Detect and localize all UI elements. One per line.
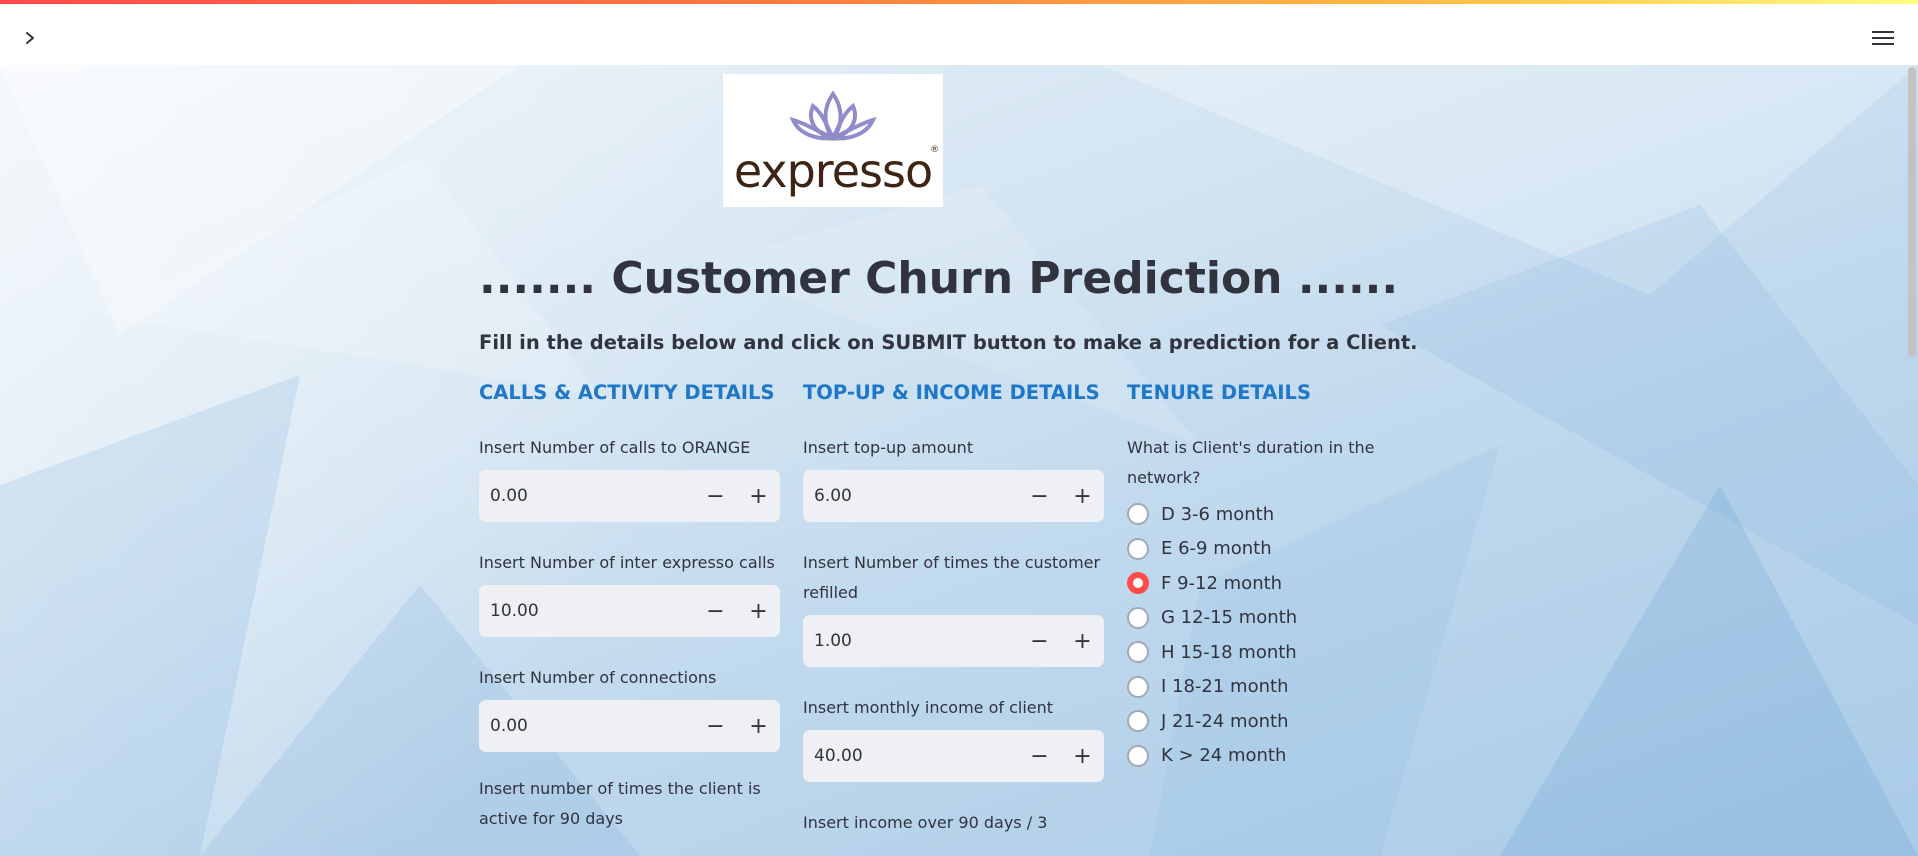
inter-expresso-calls-input[interactable] [479,585,694,637]
orange-calls-stepper: − + [479,470,780,522]
radio-button-icon[interactable] [1127,744,1149,767]
active-90-days-label: Insert number of times the client is act… [479,779,761,828]
monthly-income-stepper: − + [803,730,1104,782]
tenure-option-e[interactable]: E 6-9 month [1127,532,1427,567]
tenure-radio-group: D 3-6 month E 6-9 month F 9-12 month G 1… [1127,497,1427,773]
refill-count-label: Insert Number of times the customer refi… [803,553,1101,602]
refill-count-input[interactable] [803,615,1018,667]
tenure-option-g[interactable]: G 12-15 month [1127,601,1427,636]
monthly-income-label: Insert monthly income of client [803,698,1054,717]
tenure-option-d[interactable]: D 3-6 month [1127,497,1427,532]
radio-selected-icon[interactable] [1127,572,1149,595]
tenure-option-j[interactable]: J 21-24 month [1127,704,1427,739]
radio-button-icon[interactable] [1127,641,1149,664]
tenure-section-heading: TENURE DETAILS [1127,381,1312,404]
tenure-option-k[interactable]: K > 24 month [1127,739,1427,774]
hamburger-menu-icon[interactable] [1872,26,1898,50]
monthly-income-input[interactable] [803,730,1018,782]
decrement-button[interactable]: − [694,700,737,752]
increment-button[interactable]: + [737,470,780,522]
topup-amount-label: Insert top-up amount [803,438,974,457]
increment-button[interactable]: + [737,700,780,752]
increment-button[interactable]: + [1061,470,1104,522]
increment-button[interactable]: + [1061,615,1104,667]
connections-label: Insert Number of connections [479,668,717,687]
expresso-logo: expresso ® [723,74,943,207]
main-content[interactable]: expresso ® ....... Customer Churn Predict… [0,65,1918,856]
lotus-icon [789,90,877,141]
orange-calls-input[interactable] [479,470,694,522]
topup-section-heading: TOP-UP & INCOME DETAILS [803,381,1100,404]
inter-expresso-calls-stepper: − + [479,585,780,637]
topup-amount-stepper: − + [803,470,1104,522]
orange-calls-label: Insert Number of calls to ORANGE [479,438,751,457]
inter-expresso-calls-label: Insert Number of inter expresso calls [479,553,775,572]
topup-amount-input[interactable] [803,470,1018,522]
page-subtitle: Fill in the details below and click on S… [479,331,1418,354]
radio-button-icon[interactable] [1127,537,1149,560]
tenure-option-f[interactable]: F 9-12 month [1127,566,1427,601]
top-toolbar [0,4,1918,65]
increment-button[interactable]: + [737,585,780,637]
decrement-button[interactable]: − [694,585,737,637]
income-90-days-label: Insert income over 90 days / 3 [803,813,1048,832]
radio-button-icon[interactable] [1127,503,1149,526]
decrement-button[interactable]: − [1018,615,1061,667]
decrement-button[interactable]: − [1018,730,1061,782]
tenure-option-i[interactable]: I 18-21 month [1127,670,1427,705]
radio-button-icon[interactable] [1127,675,1149,698]
refill-count-stepper: − + [803,615,1104,667]
logo-wordmark: expresso ® [733,143,939,198]
connections-input[interactable] [479,700,694,752]
topup-income-column: TOP-UP & INCOME DETAILS Insert top-up am… [803,381,1104,838]
page-title: ....... Customer Churn Prediction ...... [479,253,1399,304]
increment-button[interactable]: + [1061,730,1104,782]
scrollbar[interactable] [1908,67,1916,357]
chevron-right-icon[interactable] [18,26,42,50]
calls-section-heading: CALLS & ACTIVITY DETAILS [479,381,775,404]
tenure-option-h[interactable]: H 15-18 month [1127,635,1427,670]
decrement-button[interactable]: − [1018,470,1061,522]
radio-button-icon[interactable] [1127,606,1149,629]
tenure-column: TENURE DETAILS What is Client's duration… [1127,381,1427,773]
calls-activity-column: CALLS & ACTIVITY DETAILS Insert Number o… [479,381,780,834]
tenure-question: What is Client's duration in the network… [1127,438,1375,487]
connections-stepper: − + [479,700,780,752]
radio-button-icon[interactable] [1127,710,1149,733]
decrement-button[interactable]: − [694,470,737,522]
